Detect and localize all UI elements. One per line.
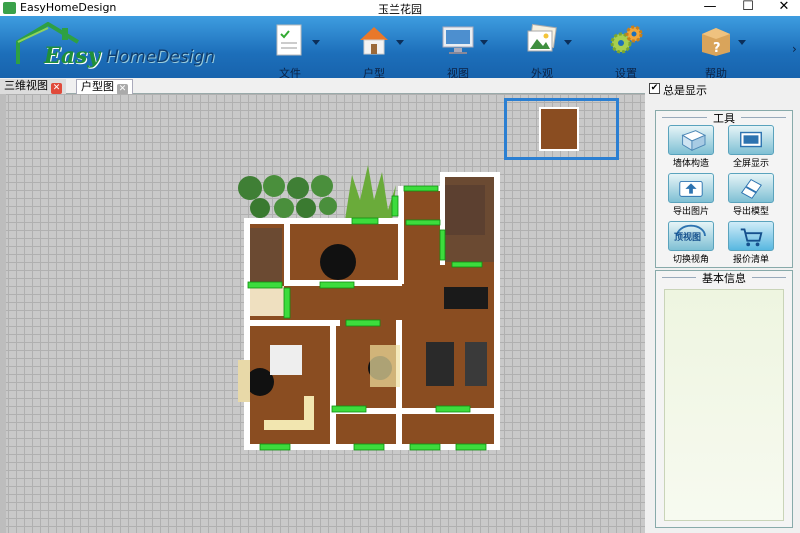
basic-info-panel: 基本信息: [655, 270, 793, 528]
minimize-button[interactable]: —: [690, 0, 730, 15]
maximize-button[interactable]: ☐: [728, 0, 768, 15]
wall-structure-icon: [668, 125, 714, 155]
export-image-button[interactable]: 导出图片: [666, 173, 716, 217]
export-model-icon: [728, 173, 774, 203]
quote-list-button[interactable]: 报价清单: [726, 221, 776, 265]
right-sidebar: ✔ 总是显示 工具 墙体构造 全屏显示 导出图片 导出模型 顶视图 切换视角 报…: [645, 78, 800, 533]
fullscreen-button[interactable]: 全屏显示: [726, 125, 776, 169]
wall-structure-button[interactable]: 墙体构造: [666, 125, 716, 169]
top-view-badge: 顶视图: [674, 233, 702, 243]
fullscreen-icon: [728, 125, 774, 155]
fullscreen-label: 全屏显示: [732, 159, 769, 169]
switch-view-button[interactable]: 顶视图 切换视角: [666, 221, 716, 265]
basic-info-title: 基本信息: [656, 270, 792, 286]
always-show-label: 总是显示: [663, 84, 707, 97]
wall-structure-label: 墙体构造: [672, 159, 709, 169]
basic-info-content: [664, 289, 784, 521]
quote-list-label: 报价清单: [732, 255, 769, 265]
export-model-button[interactable]: 导出模型: [726, 173, 776, 217]
close-button[interactable]: ✕: [764, 0, 800, 15]
toolbar-help[interactable]: ? 帮助: [680, 20, 760, 80]
chevron-down-icon[interactable]: [738, 40, 746, 45]
switch-view-label: 切换视角: [672, 255, 709, 265]
export-image-label: 导出图片: [672, 207, 709, 217]
cart-icon: [728, 221, 774, 251]
floorplan-drawing[interactable]: [0, 0, 645, 533]
help-box-icon: ?: [702, 28, 730, 56]
toolbar-overflow-icon[interactable]: ›: [792, 42, 797, 56]
svg-text:?: ?: [713, 41, 721, 56]
export-image-icon: [668, 173, 714, 203]
minimap[interactable]: [504, 98, 619, 160]
export-model-label: 导出模型: [732, 207, 769, 217]
minimap-floorplan: [539, 107, 579, 151]
tools-panel: 工具 墙体构造 全屏显示 导出图片 导出模型 顶视图 切换视角 报价清单: [655, 110, 793, 268]
garden-plants: [238, 165, 396, 220]
tools-panel-title: 工具: [656, 110, 792, 126]
always-show-checkbox[interactable]: ✔: [649, 83, 660, 94]
